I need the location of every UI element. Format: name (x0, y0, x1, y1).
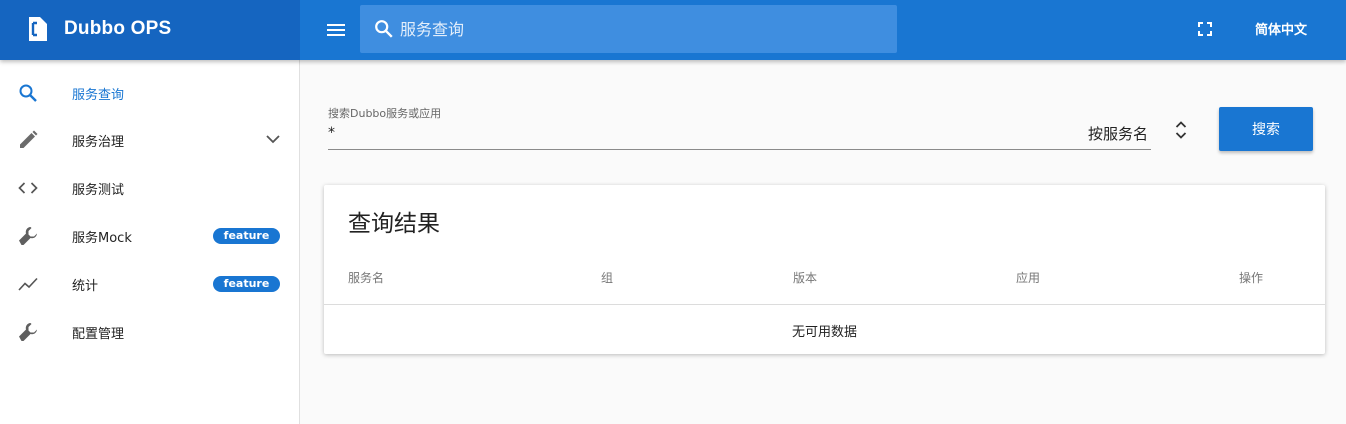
sidebar-item-service-mock[interactable]: 服务Mock feature (0, 212, 299, 260)
sidebar-item-label: 服务测试 (72, 183, 125, 198)
pencil-icon (20, 130, 38, 148)
sidebar-item-statistics[interactable]: 统计 feature (0, 260, 299, 308)
sidebar: 服务查询 服务治理 服务测试 服务Mock feature 统计 feature (0, 60, 300, 424)
sidebar-item-label: 服务Mock (72, 231, 132, 246)
app-title: Dubbo OPS (64, 18, 172, 39)
sidebar-item-service-test[interactable]: 服务测试 (0, 164, 299, 212)
feature-badge: feature (213, 276, 280, 292)
brand: Dubbo OPS (0, 0, 300, 60)
sidebar-item-label: 配置管理 (72, 327, 125, 342)
sidebar-item-config-management[interactable]: 配置管理 (0, 308, 299, 356)
search-icon (19, 84, 37, 102)
menu-icon[interactable] (322, 16, 350, 44)
sidebar-item-label: 统计 (72, 279, 99, 294)
top-search-input[interactable] (400, 5, 880, 53)
sidebar-item-service-governance[interactable]: 服务治理 (0, 116, 299, 164)
code-icon (18, 182, 38, 194)
results-card: 查询结果 服务名 组 版本 应用 操作 无可用数据 (324, 185, 1325, 354)
column-header-application[interactable]: 应用 (1016, 269, 1040, 286)
sidebar-item-label: 服务查询 (72, 88, 125, 103)
top-search-box[interactable] (360, 5, 897, 53)
column-header-actions: 操作 (1239, 271, 1264, 285)
wrench-icon (19, 323, 37, 341)
column-header-group[interactable]: 组 (601, 269, 613, 286)
empty-state-text: 无可用数据 (791, 325, 857, 340)
fullscreen-icon[interactable] (1193, 17, 1217, 41)
service-search-input[interactable] (328, 122, 1068, 144)
dubbo-logo-icon (29, 17, 47, 41)
feature-badge: feature (213, 228, 280, 244)
search-button[interactable]: 搜索 (1219, 107, 1313, 151)
chevron-down-icon[interactable] (262, 128, 284, 150)
search-type-select[interactable]: 按服务名 (1088, 123, 1148, 144)
wrench-icon (19, 227, 37, 245)
search-field-label: 搜索Dubbo服务或应用 (328, 107, 442, 120)
sidebar-item-service-search[interactable]: 服务查询 (0, 69, 299, 117)
column-header-version[interactable]: 版本 (793, 269, 817, 286)
results-title: 查询结果 (348, 211, 440, 237)
table-header-divider (324, 304, 1325, 305)
sidebar-item-label: 服务治理 (72, 135, 125, 150)
search-icon (375, 20, 393, 38)
unfold-icon[interactable] (1172, 118, 1190, 142)
language-button[interactable]: 简体中文 (1240, 19, 1322, 38)
top-app-bar: Dubbo OPS 简体中文 (0, 0, 1346, 60)
column-header-service-name[interactable]: 服务名 (348, 269, 384, 286)
trending-icon (18, 277, 38, 291)
search-field-underline (328, 149, 1151, 150)
